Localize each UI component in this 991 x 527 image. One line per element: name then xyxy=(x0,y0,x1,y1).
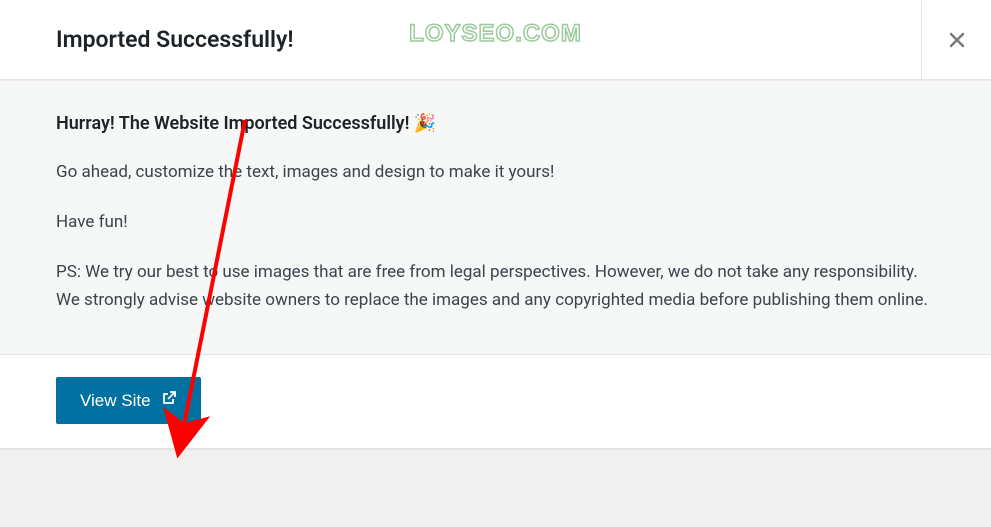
ps-text: PS: We try our best to use images that a… xyxy=(56,258,935,314)
close-icon xyxy=(949,26,965,54)
customize-text: Go ahead, customize the text, images and… xyxy=(56,158,935,186)
close-button[interactable] xyxy=(921,1,991,79)
view-site-label: View Site xyxy=(80,391,151,411)
watermark-text: LOYSEO.COM xyxy=(409,20,582,48)
success-heading: Hurray! The Website Imported Successfull… xyxy=(56,113,935,134)
modal-title: Imported Successfully! xyxy=(56,26,294,53)
modal-body: Hurray! The Website Imported Successfull… xyxy=(0,80,991,354)
success-modal: Imported Successfully! LOYSEO.COM Hurray… xyxy=(0,0,991,448)
modal-footer: View Site xyxy=(0,354,991,448)
view-site-button[interactable]: View Site xyxy=(56,377,201,424)
modal-header: Imported Successfully! LOYSEO.COM xyxy=(0,0,991,80)
external-link-icon xyxy=(161,390,177,411)
havefun-text: Have fun! xyxy=(56,208,935,236)
